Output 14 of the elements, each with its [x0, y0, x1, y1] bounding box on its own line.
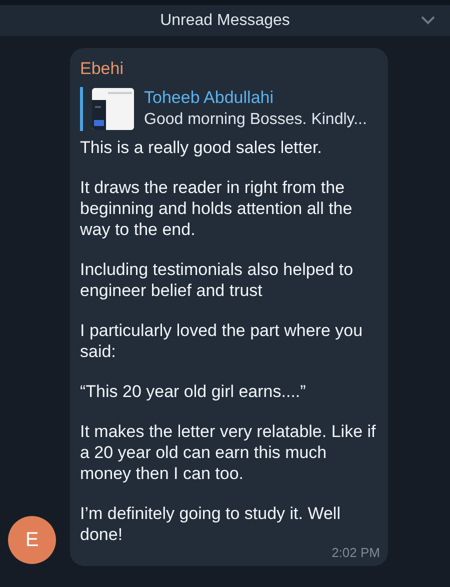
- message-time: 2:02 PM: [332, 544, 380, 560]
- message-text: This is a really good sales letter.: [80, 136, 323, 158]
- sender-name: Ebehi: [80, 58, 124, 80]
- message-text: It makes the letter very relatable. Like if a 20 year old can earn this much money then I can too.: [80, 420, 377, 484]
- message-text: “This 20 year old girl earns....”: [80, 380, 307, 402]
- chevron-down-icon[interactable]: [420, 15, 436, 25]
- reply-preview[interactable]: Toheeb Abdullahi Good morning Bosses. Kindly...: [80, 86, 380, 130]
- message-text: I’m definitely going to study it. Well done!: [80, 502, 342, 544]
- message-text: Including testimonials also helped to engineer belief and trust: [80, 258, 354, 300]
- reply-author: Toheeb Abdullahi: [144, 86, 275, 108]
- reply-snippet: Good morning Bosses. Kindly...: [144, 110, 367, 130]
- message-text: It draws the reader in right from the beginning and holds attention all the way to the end.: [80, 176, 354, 240]
- unread-title: Unread Messages: [160, 10, 290, 30]
- message-text: I particularly loved the part where you said:: [80, 320, 364, 362]
